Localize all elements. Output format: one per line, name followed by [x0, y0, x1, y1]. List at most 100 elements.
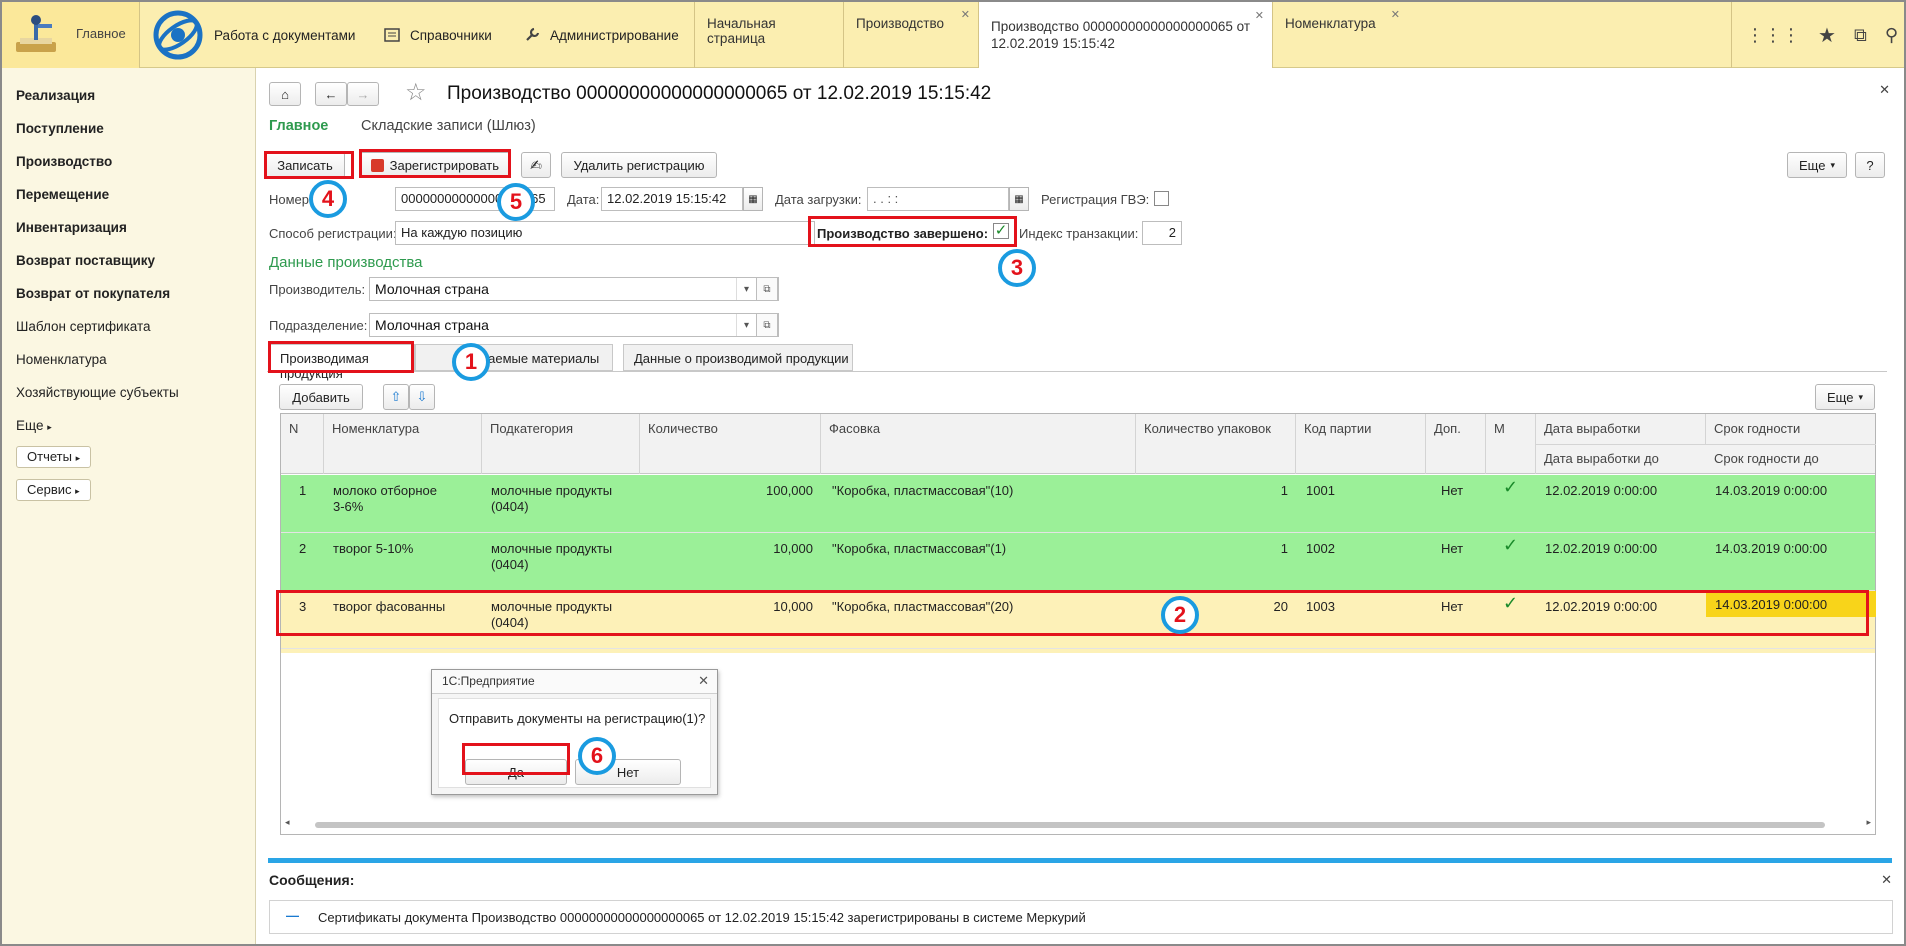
horizontal-scrollbar[interactable]: ◂ ▸: [285, 817, 1871, 830]
col-m[interactable]: М: [1486, 414, 1536, 474]
col-packaging[interactable]: Фасовка: [821, 414, 1136, 474]
table-row[interactable]: 1 молоко отборное 3-6% молочные продукты(…: [281, 475, 1875, 533]
col-subcategory[interactable]: Подкатегория: [482, 414, 640, 474]
chevron-down-icon[interactable]: ▾: [736, 278, 756, 300]
globe-logo-icon: [153, 10, 203, 60]
sidebar-item-transfer[interactable]: Перемещение: [16, 187, 109, 202]
print-button[interactable]: ✍: [521, 152, 551, 178]
col-production-date-to[interactable]: Дата выработки до: [1536, 444, 1706, 472]
message-item[interactable]: — Сертификаты документа Производство 000…: [269, 900, 1893, 934]
sidebar-item-sales[interactable]: Реализация: [16, 88, 95, 103]
col-expiry-to[interactable]: Срок годности до: [1706, 444, 1876, 472]
register-button[interactable]: Зарегистрировать: [360, 152, 510, 178]
help-button[interactable]: ?: [1855, 152, 1885, 178]
search-icon[interactable]: ⚲: [1885, 25, 1898, 46]
row-subcategory: молочные продукты (0404): [491, 599, 612, 631]
load-date-field[interactable]: . . : :: [867, 187, 1009, 211]
col-lot-code[interactable]: Код партии: [1296, 414, 1426, 474]
sidebar-item-business-entities[interactable]: Хозяйствующие субъекты: [16, 385, 179, 400]
star-icon[interactable]: ★: [1818, 23, 1836, 48]
sidebar-item-cert-template[interactable]: Шаблон сертификата: [16, 319, 151, 334]
open-icon[interactable]: ⧉: [756, 314, 778, 336]
close-messages-icon[interactable]: ✕: [1881, 872, 1892, 888]
tab-produced-products[interactable]: Производимая продукция: [269, 344, 415, 381]
move-down-button[interactable]: ⇩: [409, 384, 435, 410]
completed-checkbox[interactable]: ✓: [993, 223, 1009, 239]
yes-button[interactable]: Да: [465, 759, 567, 785]
tx-index-field[interactable]: 2: [1142, 221, 1182, 245]
producer-select[interactable]: Молочная страна ▾ ⧉: [369, 277, 779, 301]
back-button[interactable]: ←: [315, 82, 347, 106]
apps-grid-icon[interactable]: ⋮⋮⋮: [1746, 25, 1800, 46]
col-nomenclature[interactable]: Номенклатура: [324, 414, 482, 474]
scroll-left-icon[interactable]: ◂: [285, 817, 290, 828]
method-label: Способ регистрации:: [269, 226, 397, 241]
tab-start-page-label: Начальная страница: [707, 16, 776, 46]
producer-value: Молочная страна: [375, 281, 489, 297]
help-label: ?: [1866, 157, 1874, 173]
close-icon[interactable]: ✕: [698, 673, 709, 689]
col-extra[interactable]: Доп.: [1426, 414, 1486, 474]
tab-consumed-materials[interactable]: ываемые материалы: [415, 344, 613, 371]
sidebar-item-return-customer[interactable]: Возврат от покупателя: [16, 286, 170, 301]
table-row-selected[interactable]: 3 творог фасованны молочные продукты (040…: [281, 591, 1876, 649]
subtab-main[interactable]: Главное: [269, 118, 328, 134]
tab-nomenclature[interactable]: Номенклатура ✕: [1272, 2, 1408, 68]
history-icon[interactable]: ⧉: [1854, 25, 1867, 46]
tab-production[interactable]: Производство ✕: [843, 2, 978, 68]
subtab-warehouse-records[interactable]: Складские записи (Шлюз): [361, 118, 536, 134]
chevron-down-icon[interactable]: ▾: [736, 314, 756, 336]
scroll-right-icon[interactable]: ▸: [1866, 817, 1871, 828]
col-production-date[interactable]: Дата выработки: [1536, 414, 1706, 444]
delete-registration-button[interactable]: Удалить регистрацию: [561, 152, 717, 178]
add-row-button[interactable]: Добавить: [279, 384, 363, 410]
forward-button[interactable]: →: [347, 82, 379, 106]
calendar-button[interactable]: ▦: [743, 187, 763, 211]
tab-production-document[interactable]: Производство 00000000000000000065 от 12.…: [978, 2, 1272, 68]
col-expiry[interactable]: Срок годности: [1706, 414, 1876, 444]
save-button[interactable]: Записать: [265, 152, 345, 178]
reports-button[interactable]: Отчеты ▸: [16, 446, 92, 468]
star-outline-icon[interactable]: ☆: [405, 78, 427, 107]
row-packaging: "Коробка, пластмассовая"(20): [832, 599, 1014, 614]
row-packaging: "Коробка, пластмассовая"(1): [832, 541, 1007, 556]
open-icon[interactable]: ⧉: [756, 278, 778, 300]
tab-production-data[interactable]: Данные о производимой продукции: [623, 344, 853, 371]
gvz-checkbox[interactable]: [1154, 191, 1169, 206]
house-icon: ⌂: [281, 86, 289, 102]
sidebar-item-receipts[interactable]: Поступление: [16, 121, 104, 136]
sidebar-item-more[interactable]: Еще ▸: [16, 418, 52, 433]
col-quantity[interactable]: Количество: [640, 414, 821, 474]
service-button[interactable]: Сервис ▸: [16, 479, 91, 501]
sidebar-item-nomenclature[interactable]: Номенклатура: [16, 352, 107, 367]
close-form-icon[interactable]: ✕: [1879, 82, 1890, 98]
sidebar-item-return-supplier[interactable]: Возврат поставщику: [16, 253, 155, 268]
section-references[interactable]: Справочники: [384, 2, 492, 68]
move-up-button[interactable]: ⇧: [383, 384, 409, 410]
scrollbar-thumb[interactable]: [315, 822, 1825, 828]
division-select[interactable]: Молочная страна ▾ ⧉: [369, 313, 779, 337]
nom-line1: творог фасованны: [333, 599, 446, 614]
home-section[interactable]: Главное: [2, 2, 140, 68]
more-button[interactable]: Еще ▾: [1787, 152, 1847, 178]
table-row[interactable]: 2 творог 5-10% молочные продукты (0404) 1…: [281, 533, 1875, 591]
section-documents[interactable]: Работа с документами: [152, 2, 355, 68]
date-field[interactable]: 12.02.2019 15:15:42: [601, 187, 743, 211]
col-n[interactable]: N: [281, 414, 324, 474]
col-package-count[interactable]: Количество упаковок: [1136, 414, 1296, 474]
tab-start-page[interactable]: Начальная страница: [694, 2, 843, 68]
arrow-left-icon: ←: [324, 86, 338, 102]
close-icon[interactable]: ✕: [1391, 8, 1400, 21]
section-admin[interactable]: Администрирование: [524, 2, 679, 68]
home-button[interactable]: ⌂: [269, 82, 301, 106]
row-expiry[interactable]: 14.03.2019 0:00:00: [1715, 597, 1827, 613]
method-field[interactable]: На каждую позицию: [395, 221, 815, 245]
annotation-number-5: 5: [497, 183, 535, 221]
table-more-button[interactable]: Еще ▾: [1815, 384, 1875, 410]
sidebar-item-production[interactable]: Производство: [16, 154, 112, 169]
sub-line2: (0404): [491, 499, 529, 514]
close-icon[interactable]: ✕: [961, 8, 970, 21]
close-icon[interactable]: ✕: [1255, 8, 1264, 25]
calendar-button[interactable]: ▦: [1009, 187, 1029, 211]
sidebar-item-inventory[interactable]: Инвентаризация: [16, 220, 127, 235]
